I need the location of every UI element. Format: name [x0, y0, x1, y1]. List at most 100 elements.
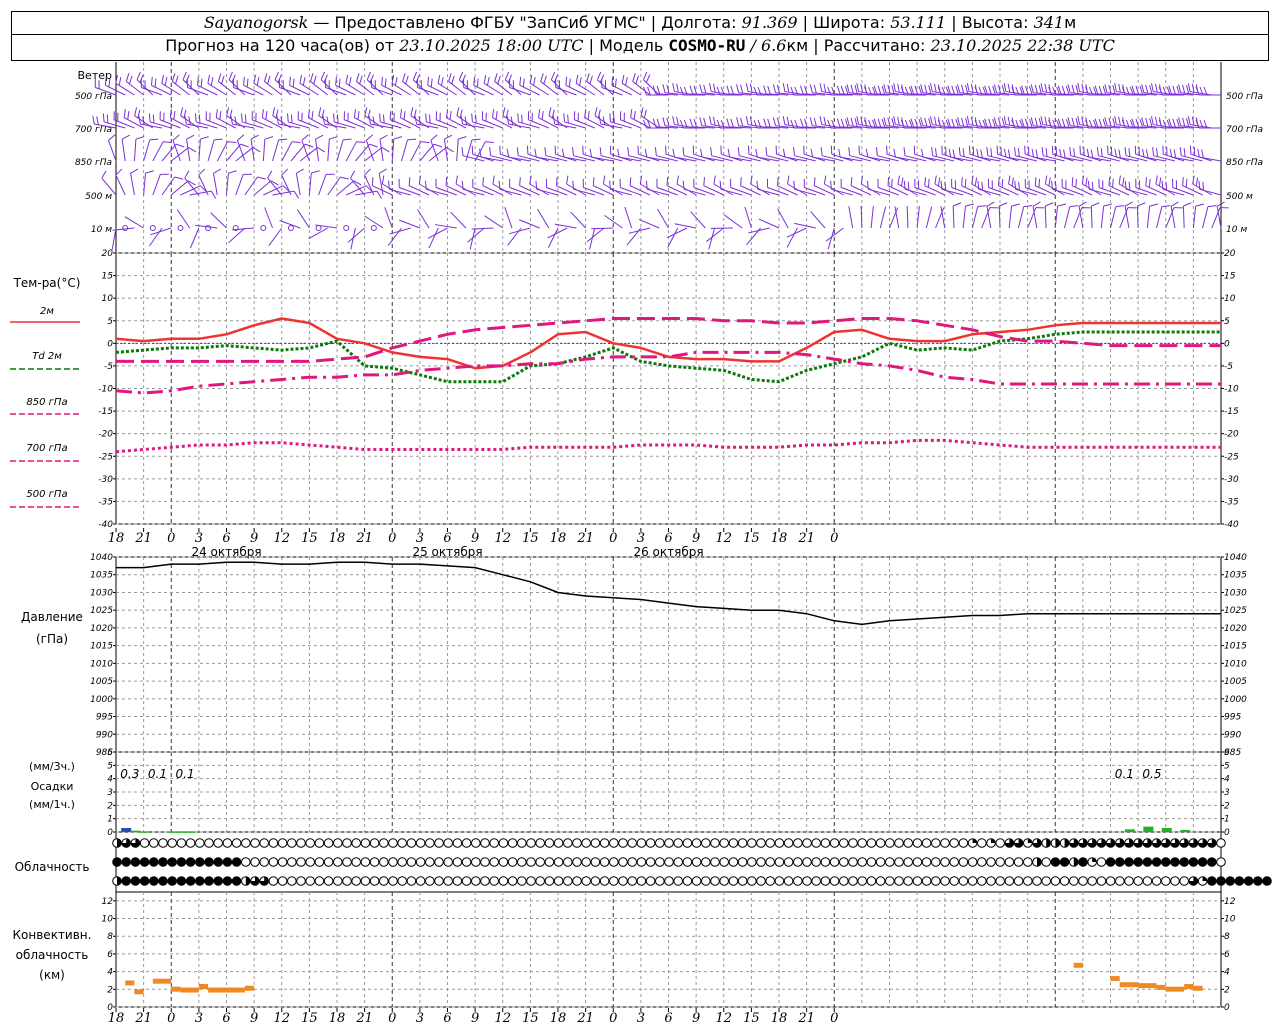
cloud-symbol [949, 838, 960, 848]
cloud-symbol [323, 857, 334, 867]
precip-tick-right: 2 [1224, 801, 1230, 811]
wind-barb [467, 227, 485, 243]
wind-barb [399, 219, 421, 229]
wind-barb-flag [1069, 147, 1072, 156]
wind-barb-flag [1032, 201, 1041, 207]
calm-circle [260, 225, 267, 231]
wind-barb-flag [877, 118, 882, 128]
cloud-symbol [369, 857, 380, 867]
wind-barb-flag [643, 86, 647, 96]
wind-barb [971, 206, 979, 229]
cloud-symbol [1059, 857, 1070, 867]
wind-barb-flag [1183, 202, 1192, 207]
wind-barb-flag [965, 85, 969, 94]
wind-barb-flag [737, 147, 740, 156]
wind-barb-flag [240, 143, 249, 148]
cloud-symbol [204, 857, 214, 867]
cloud-symbol [259, 838, 270, 848]
cloud-symbol [682, 857, 693, 867]
cloud-symbol [986, 857, 996, 867]
cloud-symbol [443, 838, 454, 848]
wind-barb-flag [652, 118, 657, 127]
wind-barb-flag [934, 175, 937, 185]
wind-barb-flag [451, 75, 455, 85]
x-tick-label: 18 [771, 531, 788, 546]
cloud-symbol [664, 838, 674, 848]
wind-barb [450, 211, 467, 229]
cloud-symbol [305, 857, 316, 867]
wind-barb-flag [299, 74, 303, 84]
wind-barb-flag [243, 76, 245, 86]
wind-barb [724, 214, 743, 229]
wind-barb-flag [379, 134, 388, 140]
wind-barb-flag [1100, 148, 1103, 157]
wind-barb [1135, 187, 1157, 196]
cloud-symbol [158, 838, 168, 848]
wind-barb-flag [928, 118, 932, 127]
wind-barb [583, 187, 605, 196]
cloud-symbol [581, 876, 592, 886]
wind-barb-flag [974, 177, 978, 187]
cloud-symbol [1041, 857, 1051, 867]
wind-barb-flag [823, 116, 827, 126]
wind-barb-flag [1071, 177, 1074, 186]
wind-barb-flag [767, 85, 771, 95]
wind-barb [327, 176, 341, 196]
cloud-symbol [719, 838, 730, 848]
cloud-symbol [1105, 857, 1116, 867]
wind-barb-flag [108, 134, 116, 141]
wind-barb [364, 215, 384, 229]
wind-barb-flag [850, 84, 854, 94]
wind-barb-flag [356, 141, 366, 144]
conv-panel-label-2: облачность [16, 948, 89, 962]
wind-barb-flag [186, 134, 195, 140]
wind-barb-flag [1063, 149, 1066, 158]
wind-barb-flag [1045, 148, 1048, 157]
x-tick-label: 12 [715, 531, 732, 546]
wind-barb [508, 227, 531, 235]
wind-barb-flag [1086, 148, 1090, 158]
precip-tick-right: 5 [1224, 761, 1230, 771]
wind-barb-flag [997, 177, 1000, 186]
wind-barb-flag [1156, 148, 1158, 157]
wind-barb-flag [776, 117, 780, 127]
cloud-symbol [1142, 876, 1153, 886]
wind-barb [925, 206, 933, 229]
wind-barb-flag [504, 71, 510, 80]
wind-barb-flag [893, 148, 896, 158]
cloud-symbol [406, 857, 417, 867]
wind-barb-flag [188, 116, 191, 125]
wind-barb [758, 218, 780, 229]
wind-barb [281, 141, 293, 162]
cloud-symbol [885, 857, 895, 867]
pres-tick-left: 995 [96, 713, 113, 723]
wind-barb-flag [356, 73, 360, 82]
x-tick-label: 0 [609, 1011, 617, 1024]
cloud-symbol [1087, 876, 1097, 886]
cloud-symbol [1170, 876, 1180, 886]
wind-barb [384, 207, 393, 229]
wind-barb-flag [315, 134, 324, 140]
wind-barb [1100, 206, 1105, 229]
wind-barb-flag [1112, 178, 1114, 188]
cloud-symbol [655, 876, 665, 886]
wind-barb-flag [644, 148, 648, 158]
wind-barb-flag [213, 168, 222, 174]
temp-tick-right: 0 [1224, 339, 1230, 349]
cloud-symbol [544, 876, 555, 886]
cloud-symbol [756, 838, 766, 848]
precip-tick-right: 4 [1224, 775, 1230, 785]
cloud-symbol [425, 838, 435, 848]
wind-barb [998, 205, 1001, 229]
wind-barb-flag [1155, 175, 1158, 185]
wind-barb-flag [371, 177, 374, 186]
wind-barb-flag [163, 141, 172, 144]
wind-barb-flag [353, 109, 357, 118]
wind-barb-flag [278, 138, 288, 141]
cloud-symbol [415, 876, 426, 886]
conv-bar [1138, 983, 1157, 989]
wind-barb-flag [96, 116, 99, 125]
wind-barb-flag [252, 147, 261, 153]
wind-barb-flag [256, 76, 260, 86]
cloud-symbol [471, 857, 481, 867]
